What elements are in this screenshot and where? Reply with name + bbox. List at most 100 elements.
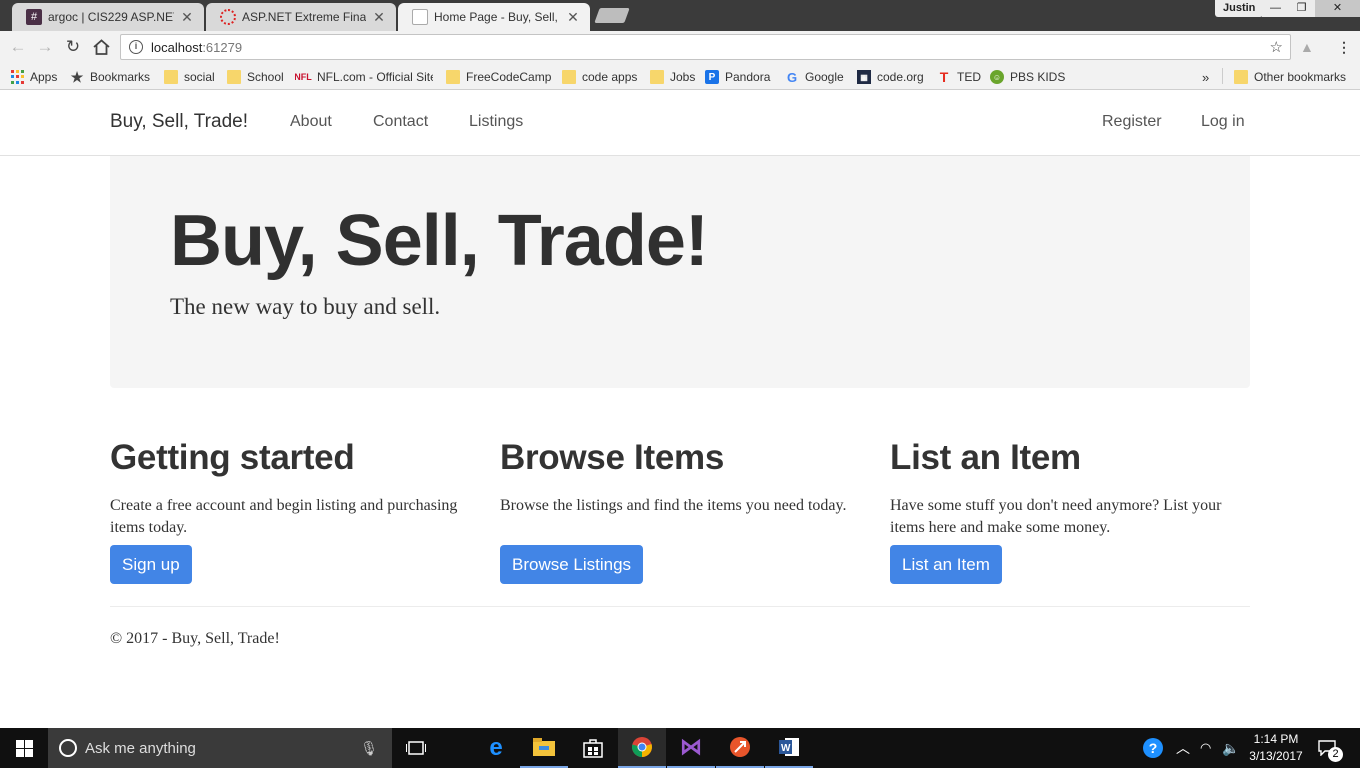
- star-icon: ★: [70, 68, 84, 85]
- profile-button[interactable]: Justin: [1215, 0, 1264, 17]
- folder-icon: [1234, 70, 1248, 84]
- nav-listings-link[interactable]: Listings: [469, 113, 523, 131]
- loading-icon: [220, 9, 236, 25]
- page-icon: [412, 9, 428, 25]
- column-text: Have some stuff you don't need anymore? …: [890, 497, 1222, 536]
- bookmark-label: School: [247, 70, 284, 84]
- tab-aspnet-final[interactable]: ASP.NET Extreme Final P ✕: [206, 3, 396, 31]
- bookmark-google[interactable]: G Google: [785, 68, 844, 86]
- bookmark-other[interactable]: Other bookmarks: [1234, 68, 1346, 86]
- tray-chevron-up-icon[interactable]: ︿: [1176, 728, 1190, 768]
- action-center-icon[interactable]: 2: [1318, 728, 1343, 768]
- minimize-button[interactable]: —: [1262, 0, 1289, 17]
- bookmark-pandora[interactable]: P Pandora: [705, 68, 770, 86]
- bookmark-jobs[interactable]: Jobs: [650, 68, 695, 86]
- slack-hash-icon: #: [26, 9, 42, 25]
- hero-jumbotron: Buy, Sell, Trade! The new way to buy and…: [110, 156, 1250, 388]
- ted-icon: T: [939, 69, 949, 85]
- drive-extension-icon[interactable]: ▲: [1300, 39, 1314, 55]
- bookmark-bookmarks[interactable]: ★ Bookmarks: [70, 68, 150, 86]
- microphone-icon[interactable]: 🎙: [360, 740, 378, 757]
- apps-grid-icon: [10, 70, 24, 84]
- bookmark-school[interactable]: School: [227, 68, 284, 86]
- browse-listings-button[interactable]: Browse Listings: [500, 545, 644, 584]
- browser-tab-strip: # argoc | CIS229 ASP.NET E ✕ ASP.NET Ext…: [0, 0, 1360, 31]
- nav-login-link[interactable]: Log in: [1201, 113, 1245, 131]
- edge-browser-icon[interactable]: e: [472, 728, 520, 768]
- tab-close-icon[interactable]: ✕: [566, 9, 580, 26]
- nfl-icon: NFL: [295, 72, 312, 82]
- clock-time: 1:14 PM: [1253, 732, 1299, 746]
- site-brand-link[interactable]: Buy, Sell, Trade!: [110, 111, 248, 133]
- pandora-icon: P: [705, 70, 719, 84]
- bookmarks-divider: [1222, 68, 1223, 84]
- word-icon[interactable]: W: [765, 728, 813, 768]
- clock[interactable]: 1:14 PM 3/13/2017: [1240, 731, 1312, 765]
- tab-title: Home Page - Buy, Sell, Tr: [434, 10, 560, 24]
- bookmark-label: Jobs: [670, 70, 696, 84]
- feature-column-browse-items: Browse Items Browse the listings and fin…: [500, 438, 850, 517]
- folder-icon: [650, 70, 664, 84]
- sign-up-button[interactable]: Sign up: [110, 545, 192, 584]
- wifi-icon[interactable]: ◠: [1200, 728, 1211, 768]
- bookmark-social[interactable]: social: [164, 68, 215, 86]
- bookmark-freecodecamp[interactable]: FreeCodeCamp: [446, 68, 551, 86]
- cortana-icon: [59, 739, 77, 757]
- tab-title: ASP.NET Extreme Final P: [242, 10, 366, 24]
- folder-icon: [164, 70, 178, 84]
- visual-studio-icon[interactable]: ⋈: [667, 728, 715, 768]
- bookmark-label: TED: [957, 70, 981, 84]
- back-arrow-icon[interactable]: ←: [6, 35, 30, 59]
- bookmark-ted[interactable]: T TED: [937, 68, 981, 86]
- bookmark-pbskids[interactable]: ☺ PBS KIDS: [990, 68, 1065, 86]
- help-icon[interactable]: ?: [1143, 728, 1163, 768]
- windows-taskbar: Ask me anything 🎙 e ⋈ W ? ︿ ◠ 🔈 1:14 PM …: [0, 728, 1360, 768]
- folder-icon: [227, 70, 241, 84]
- notification-count-badge: 2: [1328, 747, 1343, 762]
- tab-close-icon[interactable]: ✕: [372, 9, 386, 26]
- column-text: Browse the listings and find the items y…: [500, 497, 847, 514]
- bookmark-apps[interactable]: Apps: [10, 68, 57, 86]
- info-icon[interactable]: i: [129, 40, 143, 54]
- home-icon[interactable]: [89, 35, 113, 59]
- bookmark-codeorg[interactable]: ▦ code.org: [857, 68, 924, 86]
- tab-argoc[interactable]: # argoc | CIS229 ASP.NET E ✕: [12, 3, 204, 31]
- forward-arrow-icon[interactable]: →: [33, 35, 57, 59]
- windows-logo-icon: [15, 739, 33, 757]
- nav-contact-link[interactable]: Contact: [373, 113, 428, 131]
- bookmarks-overflow-chevron[interactable]: »: [1202, 68, 1209, 86]
- bookmark-label: Google: [805, 70, 844, 84]
- task-view-icon[interactable]: [392, 728, 440, 768]
- file-explorer-icon[interactable]: [520, 728, 568, 768]
- footer-divider: [110, 606, 1250, 607]
- bookmark-star-icon[interactable]: ☆: [1270, 38, 1283, 56]
- nav-about-link[interactable]: About: [290, 113, 332, 131]
- chrome-icon[interactable]: [618, 728, 666, 768]
- cortana-search-box[interactable]: Ask me anything 🎙: [48, 728, 392, 768]
- reload-icon[interactable]: ↻: [61, 35, 85, 59]
- tab-close-icon[interactable]: ✕: [180, 9, 194, 26]
- restore-button[interactable]: ❐: [1288, 0, 1315, 17]
- tab-title: argoc | CIS229 ASP.NET E: [48, 10, 174, 24]
- close-window-button[interactable]: ✕: [1315, 0, 1360, 17]
- codeorg-icon: ▦: [857, 70, 871, 84]
- nav-register-link[interactable]: Register: [1102, 113, 1162, 131]
- search-placeholder: Ask me anything: [85, 739, 196, 757]
- bookmarks-bar: Apps ★ Bookmarks social School NFL NFL.c…: [0, 63, 1360, 90]
- list-an-item-button[interactable]: List an Item: [890, 545, 1002, 584]
- bookmark-code-apps[interactable]: code apps: [562, 68, 637, 86]
- new-tab-button[interactable]: [594, 8, 630, 23]
- footer-copyright: © 2017 - Buy, Sell, Trade!: [110, 630, 280, 647]
- clock-date: 3/13/2017: [1249, 749, 1303, 763]
- folder-icon: [446, 70, 460, 84]
- tab-home-page[interactable]: Home Page - Buy, Sell, Tr ✕: [398, 3, 590, 31]
- menu-kebab-icon[interactable]: ⋮: [1337, 39, 1351, 56]
- git-client-icon[interactable]: [716, 728, 764, 768]
- bookmark-label: PBS KIDS: [1010, 70, 1066, 84]
- address-bar[interactable]: i localhost:61279 ☆: [120, 34, 1291, 60]
- column-text: Create a free account and begin listing …: [110, 497, 458, 536]
- volume-icon[interactable]: 🔈: [1222, 728, 1239, 768]
- start-button[interactable]: [0, 728, 48, 768]
- store-icon[interactable]: [569, 728, 617, 768]
- bookmark-nfl[interactable]: NFL NFL.com - Official Site: [295, 68, 433, 86]
